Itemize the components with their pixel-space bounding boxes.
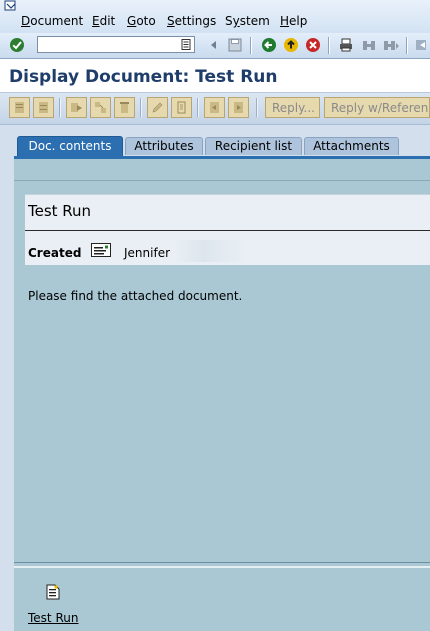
menu-accelerator: D [21, 14, 31, 28]
list-icon [39, 102, 48, 113]
history-list-icon[interactable] [181, 39, 191, 50]
first-page-icon[interactable] [414, 37, 430, 53]
toolbar-separator [250, 37, 252, 54]
toolbar-separator [59, 98, 61, 117]
trash-icon [120, 102, 129, 113]
previous-document-button[interactable] [204, 97, 225, 118]
tab-body-border [14, 180, 430, 181]
attachment-link[interactable]: Test Run [28, 611, 78, 625]
document-body-text: Please find the attached document. [28, 289, 243, 303]
dropdown-arrow-icon[interactable] [206, 37, 222, 53]
enter-check-icon[interactable] [9, 37, 25, 53]
menu-accelerator: H [280, 14, 290, 28]
tab-attributes[interactable]: Attributes [125, 137, 203, 155]
user-card-icon[interactable] [91, 243, 111, 257]
command-field[interactable] [37, 36, 195, 53]
menu-edit[interactable]: Edit [92, 14, 115, 28]
menu-help[interactable]: Help [280, 14, 307, 28]
title-bar: Display Document: Test Run [0, 59, 430, 93]
attachment-separator [14, 562, 430, 563]
menu-goto[interactable]: Goto [127, 14, 156, 28]
toolbar-separator [406, 37, 408, 54]
toolbar-separator [256, 98, 258, 117]
standard-toolbar [0, 33, 430, 59]
forward-button[interactable] [66, 97, 87, 118]
toolbar-separator [140, 98, 142, 117]
header-divider [25, 230, 430, 231]
attachment-document-icon[interactable] [46, 584, 60, 600]
tab-attachments[interactable]: Attachments [304, 137, 399, 155]
distribute-icon [95, 102, 106, 113]
document-header: Test Run Created Jennifer [25, 194, 430, 265]
pencil-icon [152, 102, 163, 113]
document-list-button[interactable] [33, 97, 54, 118]
menu-accelerator: E [92, 14, 100, 28]
previous-document-icon [210, 102, 219, 113]
exit-icon[interactable] [283, 37, 299, 53]
menu-document[interactable]: Document [21, 14, 83, 28]
menu-bar: Document Edit Goto Settings System Help [0, 0, 430, 34]
next-document-button[interactable] [228, 97, 249, 118]
reply-with-reference-button[interactable]: Reply w/Reference [324, 97, 430, 118]
toolbar-separator [328, 37, 330, 54]
tab-doc-contents[interactable]: Doc. contents [17, 136, 123, 156]
menu-settings[interactable]: Settings [167, 14, 216, 28]
command-input[interactable] [40, 38, 178, 53]
reply-button[interactable]: Reply... [265, 97, 320, 118]
edit-button[interactable] [147, 97, 168, 118]
menu-system[interactable]: System [225, 14, 270, 28]
next-document-icon [234, 102, 243, 113]
forward-icon [71, 103, 82, 112]
redacted-area [175, 240, 245, 262]
created-label: Created [28, 246, 82, 260]
system-menu-icon[interactable] [4, 0, 18, 12]
cancel-icon[interactable] [305, 37, 321, 53]
paperclip-icon [177, 101, 186, 114]
application-toolbar: Reply... Reply w/Reference [0, 93, 430, 125]
page-title: Display Document: Test Run [9, 67, 278, 87]
toolbar-separator [197, 98, 199, 117]
printer-icon [15, 102, 24, 113]
back-icon[interactable] [261, 37, 277, 53]
tab-recipient-list[interactable]: Recipient list [205, 137, 302, 155]
distribute-button[interactable] [90, 97, 111, 118]
delete-button[interactable] [114, 97, 135, 118]
save-icon[interactable] [227, 37, 243, 53]
print-document-button[interactable] [9, 97, 30, 118]
menu-accelerator: G [127, 14, 137, 28]
attachment-separator-highlight [14, 566, 430, 568]
find-next-icon[interactable] [383, 37, 399, 53]
menu-accelerator: y [232, 14, 240, 28]
menu-accelerator: S [167, 14, 175, 28]
find-icon[interactable] [361, 37, 377, 53]
created-by-name: Jennifer [124, 246, 171, 260]
attach-button[interactable] [171, 97, 192, 118]
document-title: Test Run [28, 202, 92, 220]
print-icon[interactable] [338, 37, 354, 53]
